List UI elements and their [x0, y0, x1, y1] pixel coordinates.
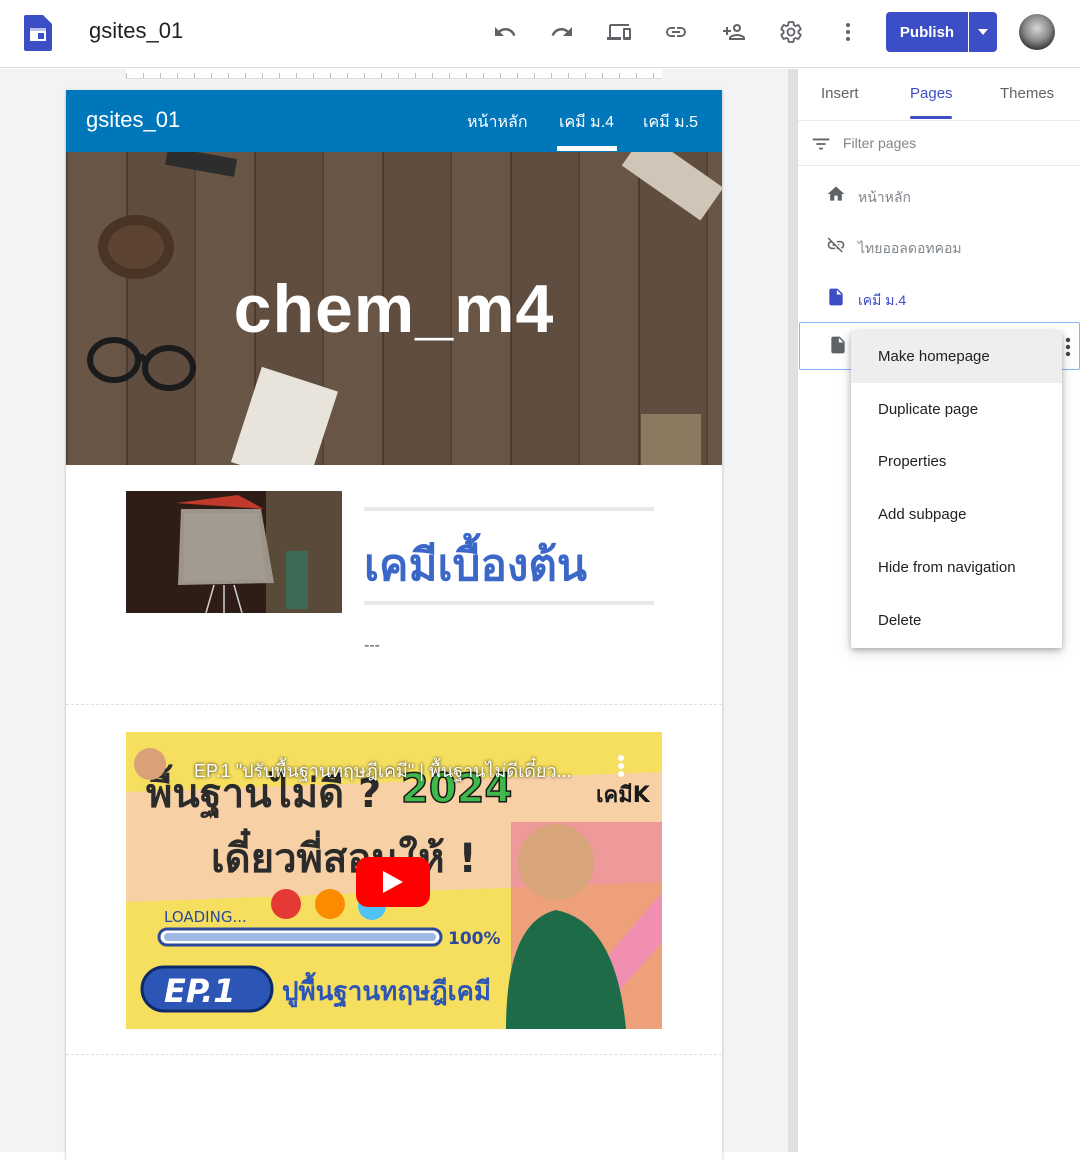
page-label: หน้าหลัก	[858, 189, 911, 205]
section-heading[interactable]: เคมีเบื้องต้น	[364, 530, 587, 600]
menu-item-add-subpage[interactable]: Add subpage	[851, 489, 1062, 541]
hero-title[interactable]: chem_m4	[66, 270, 722, 348]
page-label: ไทยออลดอทคอม	[858, 240, 962, 256]
svg-text:เดี๋ยวพี่สอนให้ !: เดี๋ยวพี่สอนให้ !	[211, 828, 477, 882]
tab-themes[interactable]: Themes	[1000, 85, 1054, 102]
canvas-scrollbar[interactable]	[788, 69, 797, 1152]
more-vert-icon[interactable]	[834, 18, 862, 46]
svg-text:EP.1: EP.1	[164, 972, 235, 1010]
link-icon[interactable]	[662, 18, 690, 46]
section-text[interactable]: ---	[364, 637, 380, 655]
nav-item-chem-m4[interactable]: เคมี ม.4	[559, 110, 614, 135]
home-icon	[826, 184, 846, 204]
editor-canvas: gsites_01 หน้าหลัก เคมี ม.4 เคมี ม.5 che…	[0, 69, 797, 1160]
lamp-photo	[126, 491, 342, 613]
filter-divider	[798, 165, 1080, 166]
play-button[interactable]	[356, 857, 430, 907]
tab-insert[interactable]: Insert	[821, 85, 859, 102]
page-label: เคมี ม.4	[858, 292, 907, 308]
site-header: gsites_01 หน้าหลัก เคมี ม.4 เคมี ม.5	[66, 90, 722, 152]
svg-text:LOADING...: LOADING...	[164, 908, 247, 926]
menu-item-duplicate-page[interactable]: Duplicate page	[851, 384, 1062, 436]
page-item-home[interactable]: หน้าหลัก	[798, 172, 1080, 216]
publish-dropdown-button[interactable]	[969, 12, 997, 52]
caret-down-icon	[978, 29, 988, 35]
devices-preview-icon[interactable]	[605, 18, 633, 46]
tab-pages[interactable]: Pages	[910, 85, 953, 102]
tabs-divider	[798, 120, 1080, 121]
intro-section[interactable]: เคมีเบื้องต้น ---	[66, 465, 722, 705]
menu-item-make-homepage[interactable]: Make homepage	[851, 331, 1062, 383]
play-icon	[383, 871, 403, 893]
undo-icon[interactable]	[491, 18, 519, 46]
add-person-icon[interactable]	[720, 18, 748, 46]
youtube-video-embed[interactable]: พื้นฐานไม่ดี ? เดี๋ยวพี่สอนให้ ! 2024 LO…	[126, 732, 662, 1029]
page-item-chem-m4[interactable]: เคมี ม.4	[798, 275, 1080, 319]
filter-pages-input[interactable]: Filter pages	[843, 135, 916, 151]
svg-text:ปูพื้นฐานทฤษฎีเคมี: ปูพื้นฐานทฤษฎีเคมี	[282, 971, 491, 1009]
nav-item-home[interactable]: หน้าหลัก	[467, 110, 528, 135]
document-title[interactable]: gsites_01	[89, 18, 183, 44]
hero-banner[interactable]: chem_m4	[66, 152, 722, 465]
menu-item-delete[interactable]: Delete	[851, 595, 1062, 647]
menu-item-hide-from-navigation[interactable]: Hide from navigation	[851, 542, 1062, 594]
link-off-icon	[826, 235, 846, 255]
divider-bottom	[364, 601, 654, 605]
divider-top	[364, 507, 654, 511]
site-name[interactable]: gsites_01	[86, 107, 180, 133]
nav-active-indicator	[557, 146, 617, 151]
lamp-image[interactable]	[126, 491, 342, 613]
top-toolbar: gsites_01 Publish	[0, 0, 1080, 68]
menu-item-properties[interactable]: Properties	[851, 436, 1062, 488]
publish-button[interactable]: Publish	[886, 12, 968, 52]
page-context-menu: Make homepage Duplicate page Properties …	[851, 331, 1062, 648]
page-item-external-link[interactable]: ไทยออลดอทคอม	[798, 223, 1080, 267]
site-page: gsites_01 หน้าหลัก เคมี ม.4 เคมี ม.5 che…	[66, 90, 722, 1160]
avatar[interactable]	[1019, 14, 1055, 50]
active-tab-indicator	[910, 116, 952, 119]
nav-item-chem-m5[interactable]: เคมี ม.5	[643, 110, 698, 135]
page-icon	[826, 287, 846, 307]
svg-text:เคมีK: เคมีK	[596, 783, 651, 808]
section-divider	[66, 1054, 722, 1055]
filter-icon[interactable]	[810, 133, 832, 155]
google-sites-logo[interactable]	[24, 15, 52, 51]
svg-text:100%: 100%	[448, 929, 501, 949]
gear-icon[interactable]	[777, 18, 805, 46]
ruler	[126, 69, 662, 79]
video-title[interactable]: EP.1 "ปรับพื้นฐานทฤษฎีเคมี" | พื้นฐานไม่…	[194, 756, 572, 785]
redo-icon[interactable]	[548, 18, 576, 46]
page-icon	[828, 335, 848, 355]
